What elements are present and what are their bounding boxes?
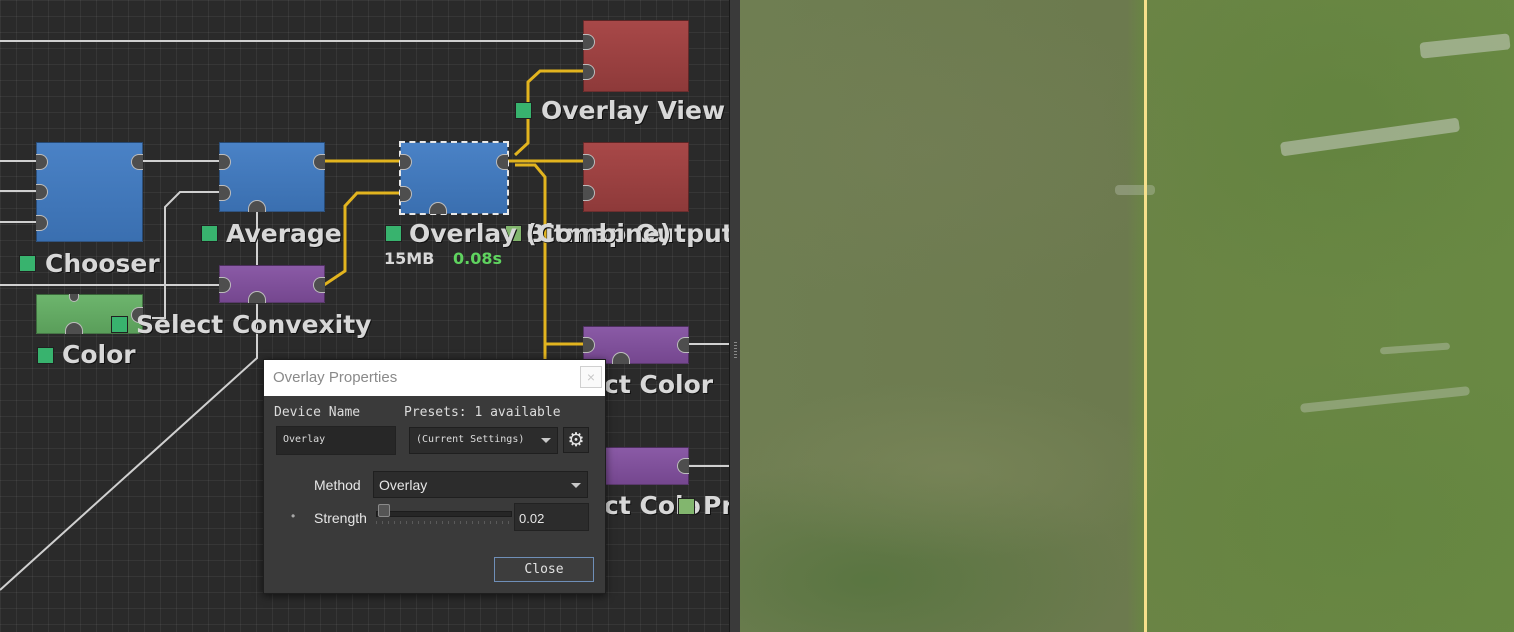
overlay-input-port[interactable] bbox=[400, 186, 412, 202]
image-highlight bbox=[1115, 185, 1155, 195]
chooser-enable-checkbox[interactable] bbox=[19, 255, 36, 272]
strength-animate-dot[interactable]: • bbox=[291, 509, 295, 523]
chooser-input-port[interactable] bbox=[36, 215, 48, 231]
method-value: Overlay bbox=[379, 477, 428, 493]
comparison-divider[interactable] bbox=[1144, 0, 1147, 632]
presets-value: (Current Settings) bbox=[416, 434, 525, 445]
average-input-port[interactable] bbox=[219, 154, 231, 170]
dialog-title-bar[interactable]: Overlay Properties × bbox=[264, 360, 605, 396]
color-label: Color bbox=[62, 340, 136, 369]
select-color-input-port[interactable] bbox=[583, 337, 595, 353]
overlay-view-enable-checkbox[interactable] bbox=[515, 102, 532, 119]
device-name-value: Overlay bbox=[283, 434, 326, 445]
chevron-down-icon bbox=[571, 483, 581, 488]
overlay-view-input-port[interactable] bbox=[583, 64, 595, 80]
overlay-label: Overlay (Combine) bbox=[409, 219, 672, 248]
select-color-2-node[interactable] bbox=[603, 447, 689, 485]
bitmap-output-input-port[interactable] bbox=[583, 154, 595, 170]
gear-icon[interactable]: ⚙ bbox=[563, 427, 589, 453]
select-color-bottom-port[interactable] bbox=[612, 352, 630, 364]
strength-value: 0.02 bbox=[519, 511, 545, 526]
device-name-field[interactable]: Overlay bbox=[276, 426, 396, 455]
select-convexity-bottom-port[interactable] bbox=[248, 291, 266, 303]
select-convexity-node[interactable] bbox=[219, 265, 325, 303]
average-node[interactable] bbox=[219, 142, 325, 212]
select-color-output-port[interactable] bbox=[677, 337, 689, 353]
average-enable-checkbox[interactable] bbox=[201, 225, 218, 242]
method-label: Method bbox=[314, 477, 361, 493]
chooser-output-port[interactable] bbox=[131, 154, 143, 170]
strength-slider-ticks bbox=[376, 521, 510, 524]
image-highlight bbox=[1279, 117, 1461, 157]
color-bottom-port[interactable] bbox=[65, 322, 83, 334]
color-top-port[interactable] bbox=[69, 294, 79, 302]
chooser-node[interactable] bbox=[36, 142, 143, 242]
chooser-input-port[interactable] bbox=[36, 184, 48, 200]
overlay-view-node[interactable] bbox=[583, 20, 689, 92]
overlay-time-stat: 0.08s bbox=[453, 249, 502, 268]
overlay-view-input-port[interactable] bbox=[583, 34, 595, 50]
strength-slider[interactable] bbox=[376, 504, 512, 528]
bitmap-output-input-port[interactable] bbox=[583, 185, 595, 201]
overlay-memory-stat: 15MB bbox=[384, 249, 435, 268]
chooser-label: Chooser bbox=[45, 249, 160, 278]
dialog-close-icon[interactable]: × bbox=[580, 366, 602, 388]
select-convexity-output-port[interactable] bbox=[313, 277, 325, 293]
strength-label: Strength bbox=[314, 510, 367, 526]
select-color-2-output-port[interactable] bbox=[677, 458, 689, 474]
close-button[interactable]: Close bbox=[494, 557, 594, 582]
select-convexity-enable-checkbox[interactable] bbox=[111, 316, 128, 333]
overlay-node[interactable] bbox=[399, 141, 509, 215]
overlay-enable-checkbox[interactable] bbox=[385, 225, 402, 242]
overlay-output-port[interactable] bbox=[496, 154, 508, 170]
average-label: Average bbox=[226, 219, 342, 248]
overlay-properties-dialog: Overlay Properties × Device Name Overlay… bbox=[263, 359, 606, 594]
image-highlight bbox=[1379, 342, 1451, 355]
presets-label: Presets: 1 available bbox=[404, 405, 561, 420]
image-highlight bbox=[1299, 386, 1471, 413]
select-convexity-input-port[interactable] bbox=[219, 277, 231, 293]
splitter-grip[interactable] bbox=[734, 342, 737, 360]
select-convexity-label: Select Convexity bbox=[136, 310, 372, 339]
average-output-port[interactable] bbox=[313, 154, 325, 170]
average-input-port[interactable] bbox=[219, 185, 231, 201]
overlay-input-port[interactable] bbox=[400, 154, 412, 170]
color-enable-checkbox[interactable] bbox=[37, 347, 54, 364]
strength-value-field[interactable]: 0.02 bbox=[514, 503, 589, 531]
image-viewer[interactable] bbox=[740, 0, 1514, 632]
chevron-down-icon bbox=[541, 438, 551, 443]
wire-overlay-to-select-color bbox=[515, 163, 583, 346]
device-name-label: Device Name bbox=[274, 405, 361, 420]
partial-node-label: Pr bbox=[703, 491, 729, 520]
strength-slider-handle[interactable] bbox=[378, 504, 390, 517]
partial-node-enable-checkbox[interactable] bbox=[678, 498, 695, 515]
strength-slider-track bbox=[376, 511, 512, 517]
select-color-label: ct Color bbox=[604, 370, 714, 399]
overlay-view-label: Overlay View bbox=[541, 96, 726, 125]
presets-select[interactable]: (Current Settings) bbox=[409, 427, 558, 454]
bitmap-output-node[interactable] bbox=[583, 142, 689, 212]
chooser-input-port[interactable] bbox=[36, 154, 48, 170]
image-highlight bbox=[1419, 33, 1511, 59]
dialog-title: Overlay Properties bbox=[273, 369, 398, 386]
method-select[interactable]: Overlay bbox=[373, 471, 588, 498]
average-bottom-port[interactable] bbox=[248, 200, 266, 212]
overlay-bottom-port[interactable] bbox=[429, 202, 447, 214]
